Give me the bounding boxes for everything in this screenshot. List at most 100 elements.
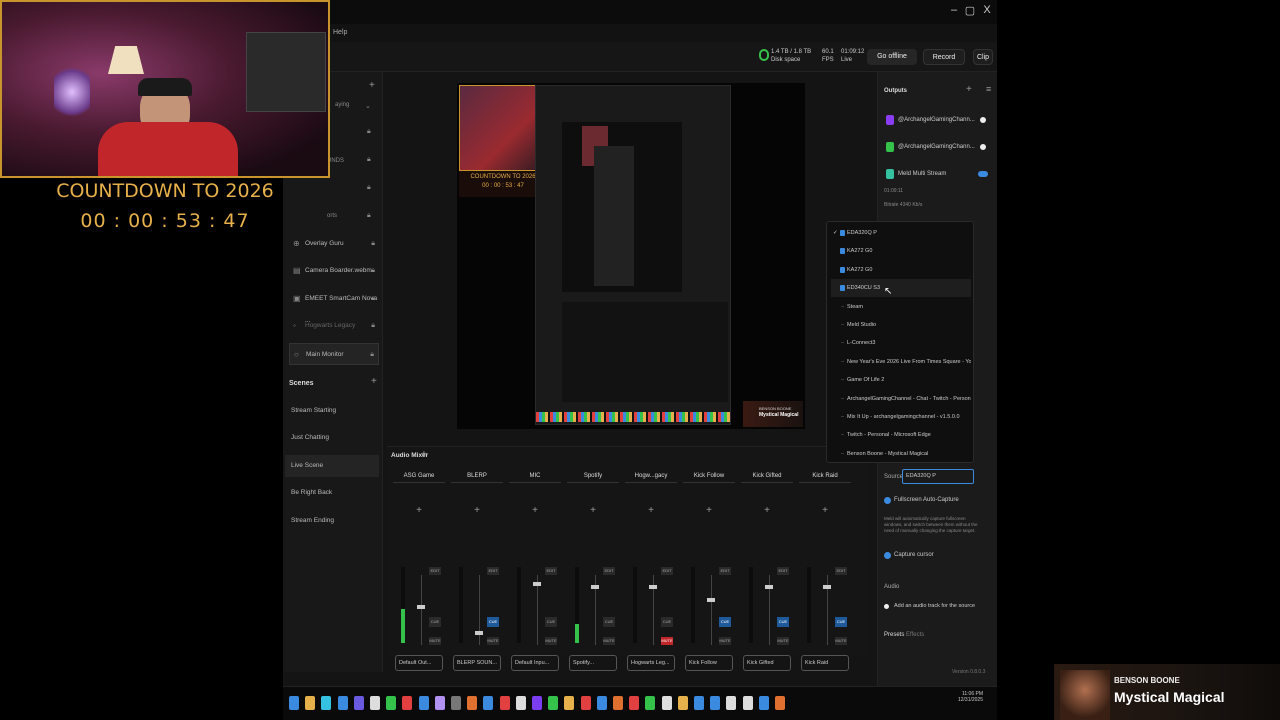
go-offline-button[interactable]: Go offline	[867, 49, 917, 65]
taskbar-app-icon[interactable]	[661, 696, 672, 710]
taskbar-app-icon[interactable]	[434, 696, 445, 710]
dropdown-item[interactable]: – Steam	[831, 298, 971, 316]
mute-button[interactable]: MUTE	[545, 637, 557, 645]
dropdown-item[interactable]: – New Year's Eve 2026 Live From Times Squ…	[831, 353, 971, 371]
mute-button[interactable]: MUTE	[835, 637, 847, 645]
channel-name[interactable]: Kick Raid	[799, 473, 851, 483]
output-row-kick[interactable]: @ArchangelGamingChann...	[884, 137, 988, 157]
taskbar-app-icon[interactable]	[483, 696, 494, 710]
stream-preview-canvas[interactable]: COUNTDOWN TO 2026 00 : 00 : 53 : 47 BENS…	[457, 83, 805, 429]
dropdown-item[interactable]: ✓ EDA320Q P	[831, 224, 971, 242]
lock-icon[interactable]: 🔒︎	[367, 128, 371, 136]
add-filter-icon[interactable]: +	[819, 505, 831, 516]
cue-button[interactable]: CUE	[545, 617, 557, 627]
add-output-icon[interactable]: +	[966, 84, 972, 95]
taskbar-app-icon[interactable]	[402, 696, 413, 710]
capture-cursor-toggle[interactable]	[884, 552, 891, 559]
audio-device-select[interactable]: Default Inpu...	[511, 655, 559, 671]
record-button[interactable]: Record	[923, 49, 965, 65]
output-toggle[interactable]	[978, 171, 988, 177]
cue-button[interactable]: CUE	[719, 617, 731, 627]
volume-fader[interactable]	[591, 584, 599, 589]
taskbar-app-icon[interactable]	[451, 696, 461, 710]
add-filter-icon[interactable]: +	[645, 505, 657, 516]
lock-icon[interactable]: 🔒︎	[371, 288, 375, 310]
mute-button[interactable]: MUTE	[429, 637, 441, 645]
taskbar-app-icon[interactable]	[677, 696, 688, 710]
add-audio-icon[interactable]: +	[421, 449, 427, 460]
dropdown-item[interactable]: ED340CU S3	[831, 279, 971, 298]
lock-icon[interactable]: 🔒︎	[367, 184, 371, 192]
add-filter-icon[interactable]: +	[529, 505, 541, 516]
edit-button[interactable]: EDIT	[777, 567, 789, 575]
add-source-icon[interactable]: +	[369, 80, 375, 91]
taskbar-app-icon[interactable]	[710, 696, 721, 710]
capture-source-dropdown[interactable]: ✓ EDA320Q P KA272 G0 KA272 G0 ED340CU S3– Ste…	[826, 221, 974, 463]
taskbar-app-icon[interactable]	[515, 696, 526, 710]
lock-icon[interactable]: 🔒︎	[371, 260, 375, 282]
dropdown-item[interactable]: – L-Connect3	[831, 334, 971, 352]
add-scene-icon[interactable]: +	[371, 376, 377, 387]
dropdown-item[interactable]: – Mix It Up - archangelgamingchannel - v1…	[831, 408, 971, 426]
taskbar-app-icon[interactable]	[353, 696, 364, 710]
taskbar-app-icon[interactable]	[370, 696, 380, 710]
volume-fader[interactable]	[475, 631, 483, 636]
edit-button[interactable]: EDIT	[545, 567, 557, 575]
source-item-emeet-smartcam[interactable]: ▣ EMEET SmartCam Nova ... 🔒︎	[289, 288, 379, 324]
edit-button[interactable]: EDIT	[603, 567, 615, 575]
taskbar-app-icon[interactable]	[532, 696, 542, 710]
close-button[interactable]: X	[980, 4, 994, 16]
lock-icon[interactable]: 🔒︎	[371, 315, 375, 337]
chevron-down-icon[interactable]: ⌄	[365, 102, 371, 110]
channel-name[interactable]: ASG Game	[393, 473, 445, 483]
taskbar-app-icon[interactable]	[758, 696, 769, 710]
add-filter-icon[interactable]: +	[471, 505, 483, 516]
add-filter-icon[interactable]: +	[703, 505, 715, 516]
source-item-overlay-guru[interactable]: ⊕ Overlay Guru 🔒︎	[289, 233, 379, 255]
volume-fader[interactable]	[823, 584, 831, 589]
channel-name[interactable]: Hogw...gacy	[625, 473, 677, 483]
mute-button[interactable]: MUTE	[603, 637, 615, 645]
tab-presets[interactable]: Presets	[884, 632, 904, 638]
audio-device-select[interactable]: Kick Follow	[685, 655, 733, 671]
taskbar-app-icon[interactable]	[337, 696, 348, 710]
channel-name[interactable]: MIC	[509, 473, 561, 483]
taskbar-app-icon[interactable]	[321, 696, 332, 710]
taskbar-app-icon[interactable]	[629, 696, 640, 710]
channel-name[interactable]: BLERP	[451, 473, 503, 483]
add-audio-track-icon[interactable]	[884, 604, 889, 609]
system-clock[interactable]: 11:06 PM 12/31/2025	[949, 691, 983, 703]
dropdown-item[interactable]: KA272 G0	[831, 261, 971, 279]
source-item-camera-boarder[interactable]: ▤ Camera Boarder.webm 🔒︎	[289, 260, 379, 282]
add-filter-icon[interactable]: +	[413, 505, 425, 516]
dropdown-item[interactable]: – ArchangelGamingChannel - Chat - Twitch …	[831, 390, 971, 408]
lock-icon[interactable]: 🔒︎	[370, 344, 374, 366]
output-row-meld-multi-stream[interactable]: Meld Multi Stream	[884, 164, 988, 184]
cue-button[interactable]: CUE	[429, 617, 441, 627]
audio-device-select[interactable]: Kick Raid	[801, 655, 849, 671]
edit-button[interactable]: EDIT	[661, 567, 673, 575]
fullscreen-toggle[interactable]	[884, 497, 891, 504]
audio-device-select[interactable]: Default Out...	[395, 655, 443, 671]
volume-fader[interactable]	[765, 584, 773, 589]
source-select[interactable]: EDA320Q P	[902, 469, 974, 484]
edit-button[interactable]: EDIT	[429, 567, 441, 575]
minimize-button[interactable]: –	[947, 4, 961, 16]
taskbar-app-icon[interactable]	[742, 696, 753, 710]
dropdown-item[interactable]: – Benson Boone - Mystical Magical	[831, 445, 971, 463]
cue-button[interactable]: CUE	[487, 617, 499, 627]
scene-item-just-chatting[interactable]: Just Chatting	[285, 427, 379, 449]
maximize-button[interactable]: ▢	[963, 4, 977, 17]
cue-button[interactable]: CUE	[777, 617, 789, 627]
taskbar-app-icon[interactable]	[645, 696, 656, 710]
add-filter-icon[interactable]: +	[587, 505, 599, 516]
add-filter-icon[interactable]: +	[761, 505, 773, 516]
channel-name[interactable]: Spotify	[567, 473, 619, 483]
output-row-twitch[interactable]: @ArchangelGamingChann...	[884, 110, 988, 130]
cue-button[interactable]: CUE	[835, 617, 847, 627]
add-audio-track-label[interactable]: Add an audio track for the source	[894, 603, 975, 609]
taskbar-app-icon[interactable]	[775, 696, 785, 710]
taskbar-app-icon[interactable]	[613, 696, 623, 710]
taskbar-app-icon[interactable]	[564, 696, 575, 710]
taskbar-app-icon[interactable]	[580, 696, 591, 710]
